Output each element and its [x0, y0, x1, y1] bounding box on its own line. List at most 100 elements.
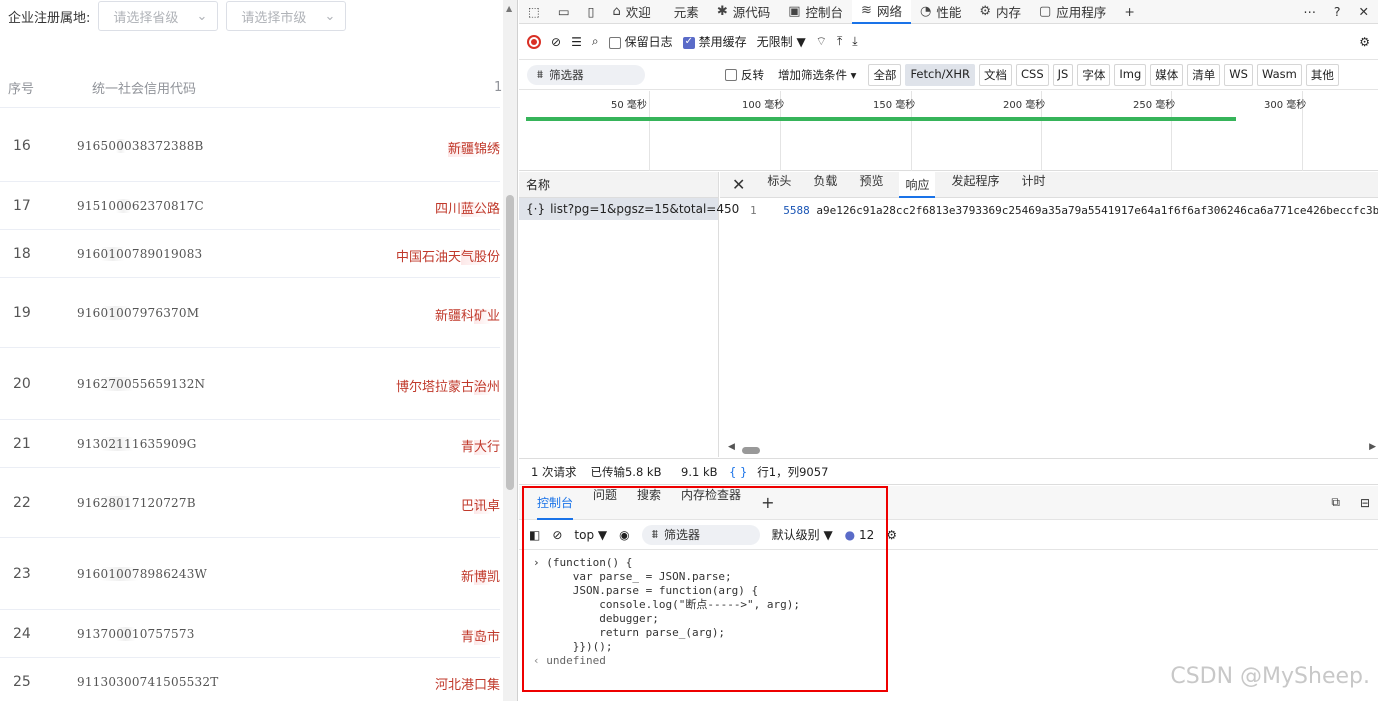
type-filter-button[interactable]: Wasm [1256, 63, 1302, 86]
console-filter-input[interactable]: ⩩ 筛选器 [641, 524, 760, 545]
table-row[interactable]: 24 913700010757573 青岛市 [0, 610, 500, 658]
tab-console[interactable]: ▣ 控制台 [779, 0, 852, 24]
scrollbar-thumb[interactable] [506, 195, 514, 490]
type-filter-button[interactable]: 字体 [1077, 63, 1111, 86]
preserve-log-checkbox[interactable]: 保留日志 [608, 33, 673, 50]
drawer-tab[interactable]: 问题 [593, 486, 617, 520]
dock-drawer-icon[interactable]: ⧉ [1331, 495, 1340, 510]
more-options-icon[interactable]: ⋯ [1294, 0, 1325, 24]
tab-gauge[interactable]: ◔ 性能 [911, 0, 970, 24]
help-icon[interactable]: ? [1325, 0, 1350, 24]
row-company-name[interactable]: 新疆科矿业 [435, 305, 500, 324]
row-company-name[interactable]: 四川蓝公路 [435, 198, 500, 217]
console-settings-icon[interactable]: ⚙ [886, 528, 897, 542]
context-select[interactable]: top ▼ [574, 528, 607, 542]
type-filter-button[interactable]: Img [1114, 63, 1147, 86]
disable-cache-checkbox[interactable]: 禁用缓存 [682, 33, 747, 50]
close-detail-icon[interactable]: ✕ [732, 175, 745, 194]
dock-side-icon[interactable]: ▯ [579, 0, 604, 24]
sidebar-toggle-icon[interactable]: ◧ [529, 528, 540, 542]
detail-tab[interactable]: 响应 [899, 171, 936, 198]
response-horizontal-scrollbar[interactable]: ◀ ▶ [720, 442, 1378, 455]
table-row[interactable]: 17 915100062370817C 四川蓝公路 [0, 182, 500, 230]
scroll-left-arrow-icon[interactable]: ◀ [728, 442, 735, 452]
request-row[interactable]: {·} list?pg=1&pgsz=15&total=450 [519, 198, 739, 220]
row-company-name[interactable]: 青岛市 [461, 626, 500, 645]
type-filter-button[interactable]: JS [1052, 63, 1074, 86]
inspect-icon[interactable]: ⬚ [519, 0, 549, 24]
table-row[interactable]: 18 9160100789019083 中国石油天气股份 [0, 230, 500, 278]
tab-app[interactable]: ▢ 应用程序 [1030, 0, 1115, 24]
page-scrollbar[interactable]: ▲ [503, 0, 517, 701]
type-filter-button[interactable]: WS [1224, 63, 1253, 86]
row-company-name[interactable]: 新疆锦绣 [447, 138, 500, 157]
detail-tab[interactable]: 计时 [1021, 172, 1045, 198]
add-tab-icon[interactable]: + [1115, 0, 1143, 24]
more-filters-dropdown[interactable]: 增加筛选条件 ▾ [778, 67, 856, 83]
tab-bug[interactable]: ✱ 源代码 [708, 0, 779, 24]
log-level-select[interactable]: 默认级别 ▼ [772, 526, 833, 543]
detail-tab[interactable]: 负载 [813, 172, 837, 198]
import-har-icon[interactable]: ⤒ [837, 34, 842, 49]
type-filter-button[interactable]: 清单 [1187, 63, 1221, 86]
issues-badge[interactable]: ● 12 [845, 528, 875, 542]
tab-wifi[interactable]: ≋ 网络 [852, 0, 911, 24]
scroll-right-arrow-icon[interactable]: ▶ [1369, 442, 1376, 452]
drawer-tab[interactable]: 搜索 [637, 486, 661, 520]
row-company-name[interactable]: 河北港口集 [435, 674, 500, 693]
clear-icon[interactable]: ⊘ [551, 35, 561, 49]
log-level-value: 默认级别 [771, 528, 820, 542]
province-select[interactable]: 请选择省级 ⌄ [98, 1, 219, 31]
table-row[interactable]: 20 916270055659132N 博尔塔拉蒙古治州 [0, 348, 500, 420]
throttle-select[interactable]: 无限制 ▼ [757, 33, 806, 50]
table-row[interactable]: 21 91302111635909G 青大行 [0, 420, 500, 468]
pretty-print-icon[interactable]: { } [729, 465, 747, 479]
table-row[interactable]: 25 91130300741505532T 河北港口集 [0, 658, 500, 701]
network-timeline[interactable]: 50 毫秒 100 毫秒 150 毫秒 200 毫秒 250 毫秒 300 毫秒 [519, 91, 1378, 171]
device-emulation-icon[interactable]: ▭ [549, 0, 579, 24]
request-list-header[interactable]: 名称 [519, 172, 718, 198]
tab-code[interactable]: 元素 [660, 0, 708, 24]
table-row[interactable]: 22 91628017120727B 巴讯卓 [0, 468, 500, 538]
close-devtools-icon[interactable]: ✕ [1350, 0, 1378, 24]
hscroll-thumb[interactable] [742, 447, 760, 454]
network-conditions-icon[interactable]: ⌔ [816, 34, 827, 49]
table-row[interactable]: 23 916010078986243W 新博凯 [0, 538, 500, 610]
type-filter-button[interactable]: Fetch/XHR [905, 63, 976, 86]
tab-chip[interactable]: ⚙ 内存 [970, 0, 1030, 24]
detail-tab[interactable]: 发起程序 [951, 172, 999, 198]
network-filter-input[interactable]: ⩩ 筛选器 [527, 64, 645, 85]
city-select[interactable]: 请选择市级 ⌄ [226, 1, 347, 31]
detail-tab[interactable]: 预览 [859, 172, 883, 198]
tab-home[interactable]: ⌂ 欢迎 [604, 0, 660, 24]
record-icon[interactable] [527, 34, 541, 49]
filter-settings-icon[interactable]: ☰ [571, 35, 582, 49]
table-row[interactable]: 16 916500038372388B 新疆锦绣 [0, 110, 500, 182]
type-filter-button[interactable]: CSS [1016, 63, 1049, 86]
live-expression-eye-icon[interactable]: ◉ [619, 528, 629, 542]
type-filter-button[interactable]: 文档 [979, 63, 1013, 86]
drawer-tab[interactable]: 内存检查器 [681, 486, 741, 520]
detail-tab[interactable]: 标头 [767, 172, 791, 198]
row-company-name[interactable]: 青大行 [461, 436, 500, 455]
search-icon[interactable]: ⌕ [592, 34, 599, 49]
row-company-name[interactable]: 巴讯卓 [461, 495, 500, 514]
drawer-tab[interactable]: 控制台 [537, 486, 574, 520]
add-drawer-tab-icon[interactable]: + [761, 493, 774, 512]
name-part-masked: 新疆锦绣 [447, 142, 500, 157]
console-output[interactable]: › (function() { var parse_ = JSON.parse;… [519, 550, 1378, 668]
network-settings-icon[interactable]: ⚙ [1359, 35, 1370, 49]
close-drawer-icon[interactable]: ⊟ [1360, 496, 1370, 510]
row-company-name[interactable]: 新博凯 [461, 566, 500, 585]
clear-console-icon[interactable]: ⊘ [552, 528, 562, 542]
code-part: 91650 [77, 139, 117, 153]
invert-checkbox[interactable]: 反转 [725, 67, 764, 83]
type-filter-button[interactable]: 其他 [1305, 63, 1339, 86]
export-har-icon[interactable]: ⤓ [852, 34, 857, 49]
table-row[interactable]: 19 91601007976370M 新疆科矿业 [0, 278, 500, 348]
type-filter-button[interactable]: 全部 [868, 63, 902, 86]
scroll-up-arrow-icon[interactable]: ▲ [506, 4, 512, 13]
row-company-name[interactable]: 博尔塔拉蒙古治州 [396, 376, 500, 395]
type-filter-button[interactable]: 媒体 [1150, 63, 1184, 86]
row-company-name[interactable]: 中国石油天气股份 [396, 246, 500, 265]
